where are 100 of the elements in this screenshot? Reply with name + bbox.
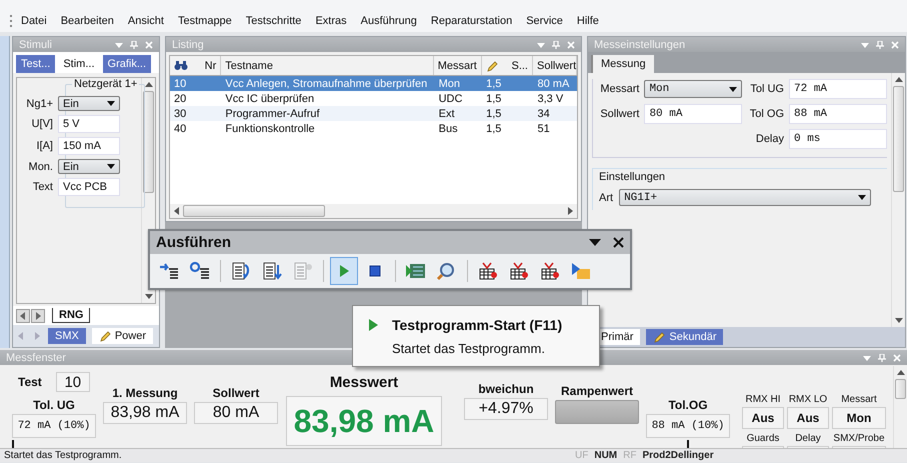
scroll-down-icon[interactable] <box>144 294 152 299</box>
pin-icon[interactable] <box>876 40 884 48</box>
status-indicator: Prod2Dellinger <box>641 450 715 462</box>
scrollbar-thumb[interactable] <box>183 205 325 217</box>
dropdown-arrow-icon <box>107 164 115 169</box>
table-cell-text: Ext <box>438 108 456 120</box>
menu-item[interactable]: Bearbeiten <box>60 15 114 27</box>
table-cell-text: 51 <box>536 122 551 134</box>
menu-item[interactable]: Testmappe <box>178 15 232 27</box>
document-icon <box>292 261 314 281</box>
field-label: Text <box>32 181 53 193</box>
table-row[interactable]: 30 Programmer-Aufruf Ext 1,5 34 <box>170 106 577 121</box>
menu-item[interactable]: Datei <box>21 15 47 27</box>
status-message: Startet das Testprogramm. <box>3 450 123 462</box>
scrollbar-thumb[interactable] <box>143 91 154 193</box>
input-field[interactable]: 150 mA <box>58 137 120 155</box>
menu-item[interactable]: Testschritte <box>246 15 302 27</box>
value-display: Aus <box>742 407 784 429</box>
dropdown[interactable]: Mon <box>644 80 742 98</box>
scrollbar-thumb[interactable] <box>893 86 904 192</box>
table-cell-text: Funktionskontrolle <box>224 122 316 134</box>
table-cell-text: Vcc IC überprüfen <box>224 92 316 104</box>
field-label: SMX/Probe <box>833 433 885 444</box>
table-cell-text: 1,5 <box>485 122 502 134</box>
scroll-up-icon[interactable] <box>894 77 902 82</box>
field-label: Messart <box>600 83 640 95</box>
close-icon[interactable] <box>613 237 624 248</box>
panel-tab[interactable]: Sekundär <box>646 329 724 345</box>
document-arrow-icon <box>230 261 252 281</box>
panel-title: Messfenster <box>6 352 66 364</box>
column-header[interactable]: Messart <box>434 56 482 75</box>
menu-item[interactable]: Service <box>526 15 563 27</box>
scroll-down-icon[interactable] <box>894 318 902 323</box>
panel-tab[interactable]: Power <box>92 328 154 344</box>
field-label: RMX LO <box>788 394 828 405</box>
board-icon <box>405 261 427 281</box>
input-field[interactable]: 80 mA <box>644 104 742 124</box>
menu-item[interactable]: Reparaturstation <box>430 15 512 27</box>
menu-item[interactable]: Extras <box>315 15 347 27</box>
pencil-icon <box>653 331 666 343</box>
field-label: Sollwert <box>600 108 640 120</box>
dropdown-arrow-icon <box>729 86 738 92</box>
table-row[interactable]: 40 Funktionskontrolle Bus 1,5 51 <box>170 121 577 136</box>
group-title: Einstellungen <box>599 171 666 183</box>
scrollbar[interactable] <box>893 366 907 448</box>
menu-item[interactable]: Ausführung <box>360 15 417 27</box>
sheet-tab[interactable]: RNG <box>52 308 90 323</box>
menu-item[interactable]: Hilfe <box>576 15 599 27</box>
panel-tab[interactable]: SMX <box>48 328 86 344</box>
value-display: 83,98 mA <box>103 402 187 424</box>
table-row[interactable]: 10 Vcc Anlegen, Stromaufnahme überprüfen Mon 1,5 80 mA <box>170 76 577 91</box>
pin-icon[interactable] <box>878 354 886 362</box>
input-field[interactable]: Vcc PCB <box>58 178 120 196</box>
grip-icon <box>10 15 13 27</box>
dropdown[interactable]: Ein <box>58 96 120 111</box>
field-label: Tol OG <box>750 108 784 120</box>
panel-title: Listing <box>172 38 204 50</box>
pin-icon[interactable] <box>130 40 138 48</box>
column-header[interactable]: Sollwert <box>533 56 577 75</box>
input-field[interactable]: 88 mA <box>789 104 887 124</box>
input-field[interactable]: 72 mA <box>789 79 887 99</box>
column-header[interactable]: Nr <box>170 56 222 75</box>
value-display: +4.97% <box>464 398 548 420</box>
value-display: 72 mA (10%) <box>12 414 96 438</box>
panel-tab[interactable]: Test... <box>16 55 56 73</box>
scroll-up-icon[interactable] <box>144 82 152 87</box>
field-label: I[A] <box>35 140 53 152</box>
table-row[interactable]: 20 Vcc IC überprüfen UDC 1,5 3,3 V <box>170 91 577 106</box>
grid-stack-icon <box>539 261 561 281</box>
field-label: 1. Messung <box>112 386 178 400</box>
scrollbar-thumb[interactable] <box>895 379 906 399</box>
column-header[interactable]: Testname <box>221 56 434 75</box>
scroll-up-icon[interactable] <box>896 370 904 375</box>
binoculars-icon <box>174 60 188 71</box>
dropdown[interactable]: Ein <box>58 159 120 174</box>
folder-icon <box>570 261 592 281</box>
panel-tab[interactable]: Messung <box>591 55 654 73</box>
field-label: Messart <box>841 394 877 405</box>
panel-title: Messeinstellungen <box>594 38 686 50</box>
scrollbar[interactable] <box>170 204 577 218</box>
scroll-right-icon[interactable] <box>568 207 573 215</box>
table-cell-text: 40 <box>173 122 188 134</box>
input-field[interactable]: 5 V <box>58 115 120 133</box>
menu-item[interactable]: Ansicht <box>128 15 164 27</box>
scroll-right-icon[interactable] <box>31 308 45 322</box>
pin-icon[interactable] <box>552 40 560 48</box>
scroll-left-icon[interactable] <box>174 207 179 215</box>
table-cell-text: 30 <box>173 108 188 120</box>
field-label: Art <box>599 192 614 204</box>
table-cell-text: 1,5 <box>485 92 502 104</box>
field-label: Messwert <box>330 374 398 391</box>
dropdown[interactable]: NG1I+ <box>619 189 872 206</box>
column-header[interactable]: S... <box>482 56 533 75</box>
input-field[interactable]: 0 ms <box>789 129 887 149</box>
value-display: Aus <box>787 407 829 429</box>
scrollbar[interactable] <box>891 73 905 327</box>
panel-tab[interactable]: Grafik... <box>102 55 152 73</box>
field-label: Tol.OG <box>668 398 708 412</box>
dropdown-icon[interactable] <box>589 238 601 246</box>
scroll-left-icon[interactable] <box>16 308 30 322</box>
